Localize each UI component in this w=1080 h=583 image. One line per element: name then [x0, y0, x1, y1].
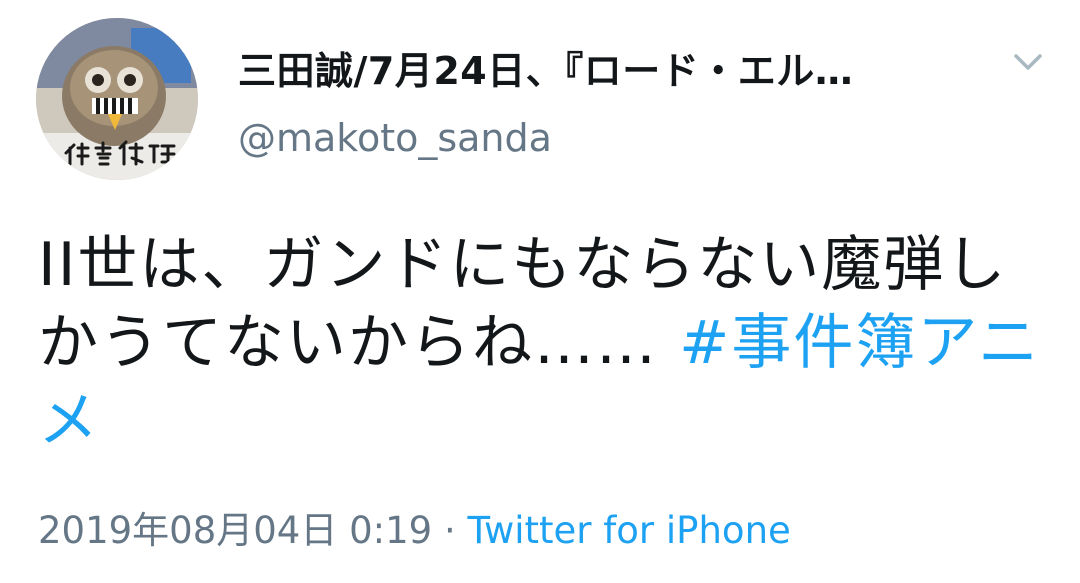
tweet-card: 三田誠/7月24日、『ロード・エル… @makoto_sanda II世は、ガン… [0, 0, 1080, 583]
display-name[interactable]: 三田誠/7月24日、『ロード・エル… [238, 40, 853, 95]
meta-separator: · [443, 509, 456, 552]
avatar[interactable] [36, 18, 198, 180]
tweet-meta: 2019年08月04日 0:19 · Twitter for iPhone [38, 500, 791, 554]
source-link[interactable]: Twitter for iPhone [467, 509, 790, 552]
tweet-text: II世は、ガンドにもならない魔弾しかうてないからね…… #事件簿アニメ [38, 226, 1048, 460]
owl-avatar-icon [36, 18, 198, 180]
timestamp[interactable]: 2019年08月04日 0:19 [38, 509, 432, 552]
user-handle[interactable]: @makoto_sanda [238, 116, 552, 160]
chevron-down-icon[interactable] [1008, 46, 1048, 78]
